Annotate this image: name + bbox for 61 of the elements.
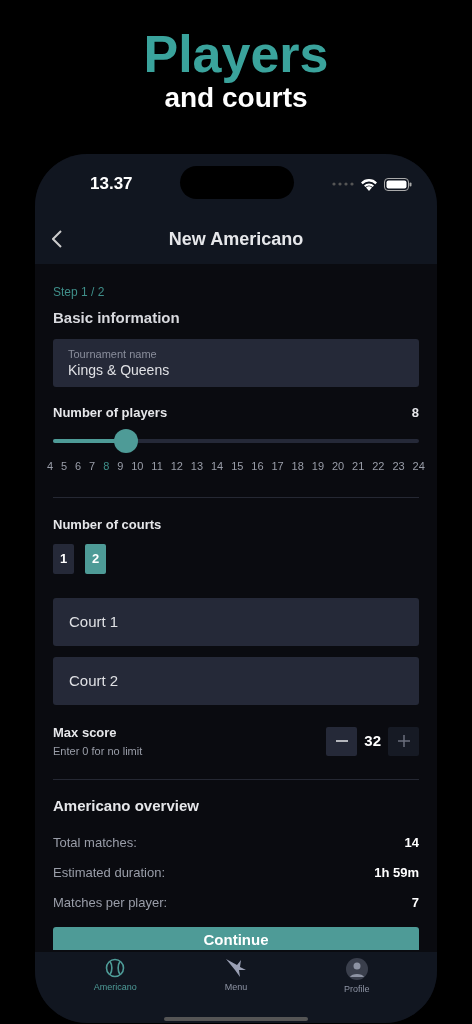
slider-tick-label: 16: [251, 459, 264, 474]
slider-tick-label: 17: [271, 459, 284, 474]
overview-value: 1h 59m: [374, 864, 419, 883]
tennis-ball-icon: [105, 958, 126, 978]
overview-value: 14: [404, 834, 419, 853]
overview-label: Estimated duration:: [53, 864, 165, 883]
section-title: Basic information: [53, 308, 181, 328]
step-label: Step 1 / 2: [53, 284, 106, 301]
max-score-value: 32: [363, 730, 382, 751]
slider-tick-label: 18: [291, 459, 304, 474]
slider-tick-label: 11: [151, 459, 163, 474]
slider-tick-label: 7: [89, 459, 96, 474]
slider-tick-label: 15: [231, 459, 244, 474]
max-score-hint: Enter 0 for no limit: [53, 743, 143, 759]
decrement-button[interactable]: [326, 726, 358, 756]
slider-tick-label: 9: [117, 459, 124, 474]
slider-tick-label: 12: [170, 459, 183, 474]
tournament-name-field[interactable]: Tournament name Kings & Queens: [53, 338, 419, 387]
slider-tick-label: 4: [47, 459, 54, 474]
overview-label: Total matches:: [53, 834, 137, 853]
avatar-icon: [345, 958, 368, 980]
slider-tick-label: 5: [61, 459, 68, 474]
slider-tick-label: 20: [331, 459, 345, 474]
wifi-icon: [360, 177, 378, 191]
back-icon: [52, 230, 62, 248]
court-name-field[interactable]: Court 2: [53, 657, 419, 705]
star-icon: [225, 958, 247, 978]
slider-thumb[interactable]: [114, 429, 139, 453]
continue-button[interactable]: Continue: [53, 926, 419, 950]
slider-tick-label: 10: [131, 459, 144, 474]
slider-tick-label: 13: [190, 459, 204, 474]
signal-icon: [332, 182, 354, 186]
slider-tick-label: 23: [392, 459, 405, 474]
promo-title: Players: [143, 26, 329, 82]
tab-item[interactable]: Menu: [196, 958, 276, 995]
slider-tick-label: 19: [311, 459, 324, 474]
court-count-option[interactable]: 1: [53, 544, 74, 574]
players-count: 8: [411, 403, 419, 422]
promo-subtitle: and courts: [164, 82, 308, 114]
overview-title: Americano overview: [53, 796, 200, 816]
slider-tick-label: 22: [372, 459, 385, 474]
screen-title: New Americano: [168, 227, 304, 251]
status-time: 13.37: [90, 173, 133, 196]
overview-value: 7: [411, 894, 419, 913]
slider-tick-label: 8: [103, 459, 110, 474]
slider-tick-label: 21: [352, 459, 365, 474]
slider-tick-label: 6: [75, 459, 82, 474]
field-value: Kings & Queens: [68, 360, 171, 379]
tab-item[interactable]: Americano: [75, 958, 156, 995]
court-count-option[interactable]: 2: [85, 544, 106, 574]
slider-tick-label: 14: [211, 459, 224, 474]
battery-icon: [384, 177, 412, 191]
tab-item[interactable]: Profile: [316, 958, 397, 997]
plus-icon: [397, 735, 410, 747]
max-score-label: Max score: [53, 724, 118, 742]
slider-tick-label: 24: [412, 459, 425, 474]
court-name-field[interactable]: Court 1: [53, 598, 419, 646]
courts-label: Number of courts: [53, 515, 163, 534]
field-label: Tournament name: [68, 346, 158, 361]
players-label: Number of players: [53, 403, 168, 422]
overview-label: Matches per player:: [53, 894, 168, 913]
